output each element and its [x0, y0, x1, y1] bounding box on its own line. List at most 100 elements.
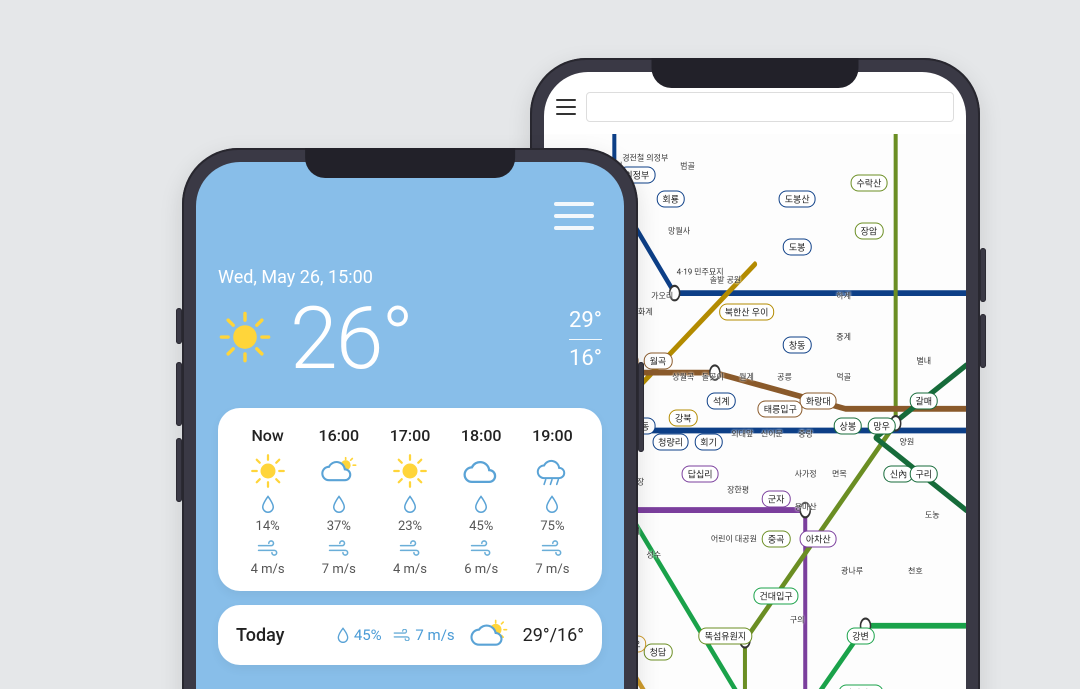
station-label[interactable]: 갈매 [910, 393, 939, 410]
station-label[interactable]: 석계 [707, 393, 736, 410]
hourly-time: 16:00 [319, 426, 360, 445]
hourly-time: 18:00 [461, 426, 502, 445]
station-label[interactable]: 아차산 [800, 531, 837, 548]
station-minor-label: 광나루 [841, 566, 863, 577]
station-minor-label: 별내 [916, 355, 931, 366]
station-label[interactable]: 중곡 [762, 531, 791, 548]
station-minor-label: 양원 [900, 436, 915, 447]
weather-datetime: Wed, May 26, 15:00 [218, 267, 602, 288]
hourly-column: Now 14% 4 m/s [232, 426, 303, 577]
station-label[interactable]: 태릉입구 [758, 401, 803, 418]
station-label[interactable]: 답십리 [682, 466, 719, 483]
station-label[interactable]: 도봉 [783, 239, 812, 256]
station-minor-label: 구의 [790, 615, 805, 626]
wind-icon [399, 540, 421, 560]
weather-app: Wed, May 26, 15:00 [196, 162, 624, 689]
station-minor-label: 중랑 [798, 428, 813, 439]
hamburger-menu-icon[interactable] [554, 202, 594, 230]
hourly-column: 18:00 45% 6 m/s [446, 426, 517, 577]
hourly-precip: 75% [540, 495, 564, 534]
station-minor-label: 망월사 [668, 226, 690, 237]
hourly-wind: 7 m/s [322, 540, 356, 577]
station-label[interactable]: 건대입구 [754, 587, 799, 604]
phone-notch [652, 58, 859, 88]
station-label[interactable]: 청량리 [652, 433, 689, 450]
sun-icon [218, 310, 272, 368]
hourly-wind: 6 m/s [464, 540, 498, 577]
station-minor-label: 외대앞 [731, 428, 753, 439]
station-minor-label: 도농 [925, 509, 940, 520]
wind-icon [470, 540, 492, 560]
station-minor-label: 상월곡 [672, 372, 694, 383]
hourly-precip: 45% [469, 495, 493, 534]
hourly-time: 19:00 [532, 426, 573, 445]
station-label[interactable]: 회기 [694, 433, 723, 450]
high-temperature: 29° [569, 308, 602, 333]
station-label[interactable]: 회룡 [656, 190, 685, 207]
station-minor-label: 중계 [836, 331, 851, 342]
daily-label: Today [236, 625, 285, 646]
hourly-time: Now [251, 426, 283, 445]
station-label[interactable]: 북한산 우이 [719, 304, 775, 321]
hourly-wind: 7 m/s [535, 540, 569, 577]
station-minor-label: 사가정 [795, 469, 817, 480]
station-minor-label: 신이문 [761, 428, 783, 439]
map-search-input[interactable] [586, 92, 954, 122]
daily-precip: 45% 7 m/s [336, 626, 455, 644]
hourly-precip: 37% [327, 495, 351, 534]
drop-icon [473, 495, 489, 517]
menu-icon[interactable] [556, 99, 576, 115]
weather-icon [461, 453, 501, 489]
daily-high-low: 29°/16° [523, 625, 584, 646]
station-minor-label: 장한평 [727, 485, 749, 496]
station-label[interactable]: 뚝섬유원지 [699, 628, 752, 645]
phone-side-button [638, 362, 644, 452]
station-minor-label: 성수 [646, 550, 661, 561]
station-label[interactable]: 창동 [783, 336, 812, 353]
station-label[interactable]: 망우 [867, 417, 896, 434]
station-minor-label: 하계 [836, 291, 851, 302]
station-minor-label: 용마산 [795, 501, 817, 512]
low-temperature: 16° [569, 346, 602, 371]
wind-icon [328, 540, 350, 560]
drop-icon [331, 495, 347, 517]
station-minor-label: 먹골 [836, 372, 851, 383]
station-minor-label: 가오리 [651, 291, 673, 302]
station-minor-label: 경전철 의정부 [622, 153, 668, 164]
station-label[interactable]: 월곡 [644, 352, 673, 369]
phone-side-button [176, 308, 182, 344]
daily-forecast-card: Today 45% 7 m/s [218, 605, 602, 665]
hourly-precip: 23% [398, 495, 422, 534]
station-label[interactable]: 군자 [762, 490, 791, 507]
station-label[interactable]: 강변 [846, 628, 875, 645]
station-label[interactable]: 강북 [669, 409, 698, 426]
high-low-temperature: 29° 16° [569, 308, 602, 371]
hourly-column: 19:00 75% 7 m/s [517, 426, 588, 577]
station-minor-label: 면목 [832, 469, 847, 480]
station-minor-label: 화계 [638, 307, 653, 318]
station-label[interactable]: 상봉 [834, 417, 863, 434]
station-label[interactable]: 잠실나루 [838, 684, 883, 689]
wind-icon [257, 540, 279, 560]
station-label[interactable]: 구리 [910, 466, 939, 483]
phone-side-button [980, 314, 986, 368]
station-label[interactable]: 청담 [644, 644, 673, 661]
station-label[interactable]: 화랑대 [800, 393, 837, 410]
station-minor-label: 천호 [908, 566, 923, 577]
station-label[interactable]: 수락산 [851, 174, 888, 191]
station-label[interactable]: 장암 [855, 223, 884, 240]
hourly-column: 16:00 37% 7 m/s [303, 426, 374, 577]
hourly-wind: 4 m/s [393, 540, 427, 577]
drop-icon [260, 495, 276, 517]
station-label[interactable]: 도봉산 [779, 190, 816, 207]
partly-cloudy-icon [469, 619, 509, 651]
hourly-wind: 4 m/s [251, 540, 285, 577]
drop-icon [544, 495, 560, 517]
phone-screen: Wed, May 26, 15:00 [196, 162, 624, 689]
weather-icon [250, 453, 286, 489]
phone-side-button [980, 248, 986, 302]
weather-current-row: 26° 29° 16° [218, 296, 602, 382]
hourly-forecast-card: Now 14% 4 m/s 16:00 37% [218, 408, 602, 591]
station-minor-label: 공릉 [777, 372, 792, 383]
wind-icon [541, 540, 563, 560]
